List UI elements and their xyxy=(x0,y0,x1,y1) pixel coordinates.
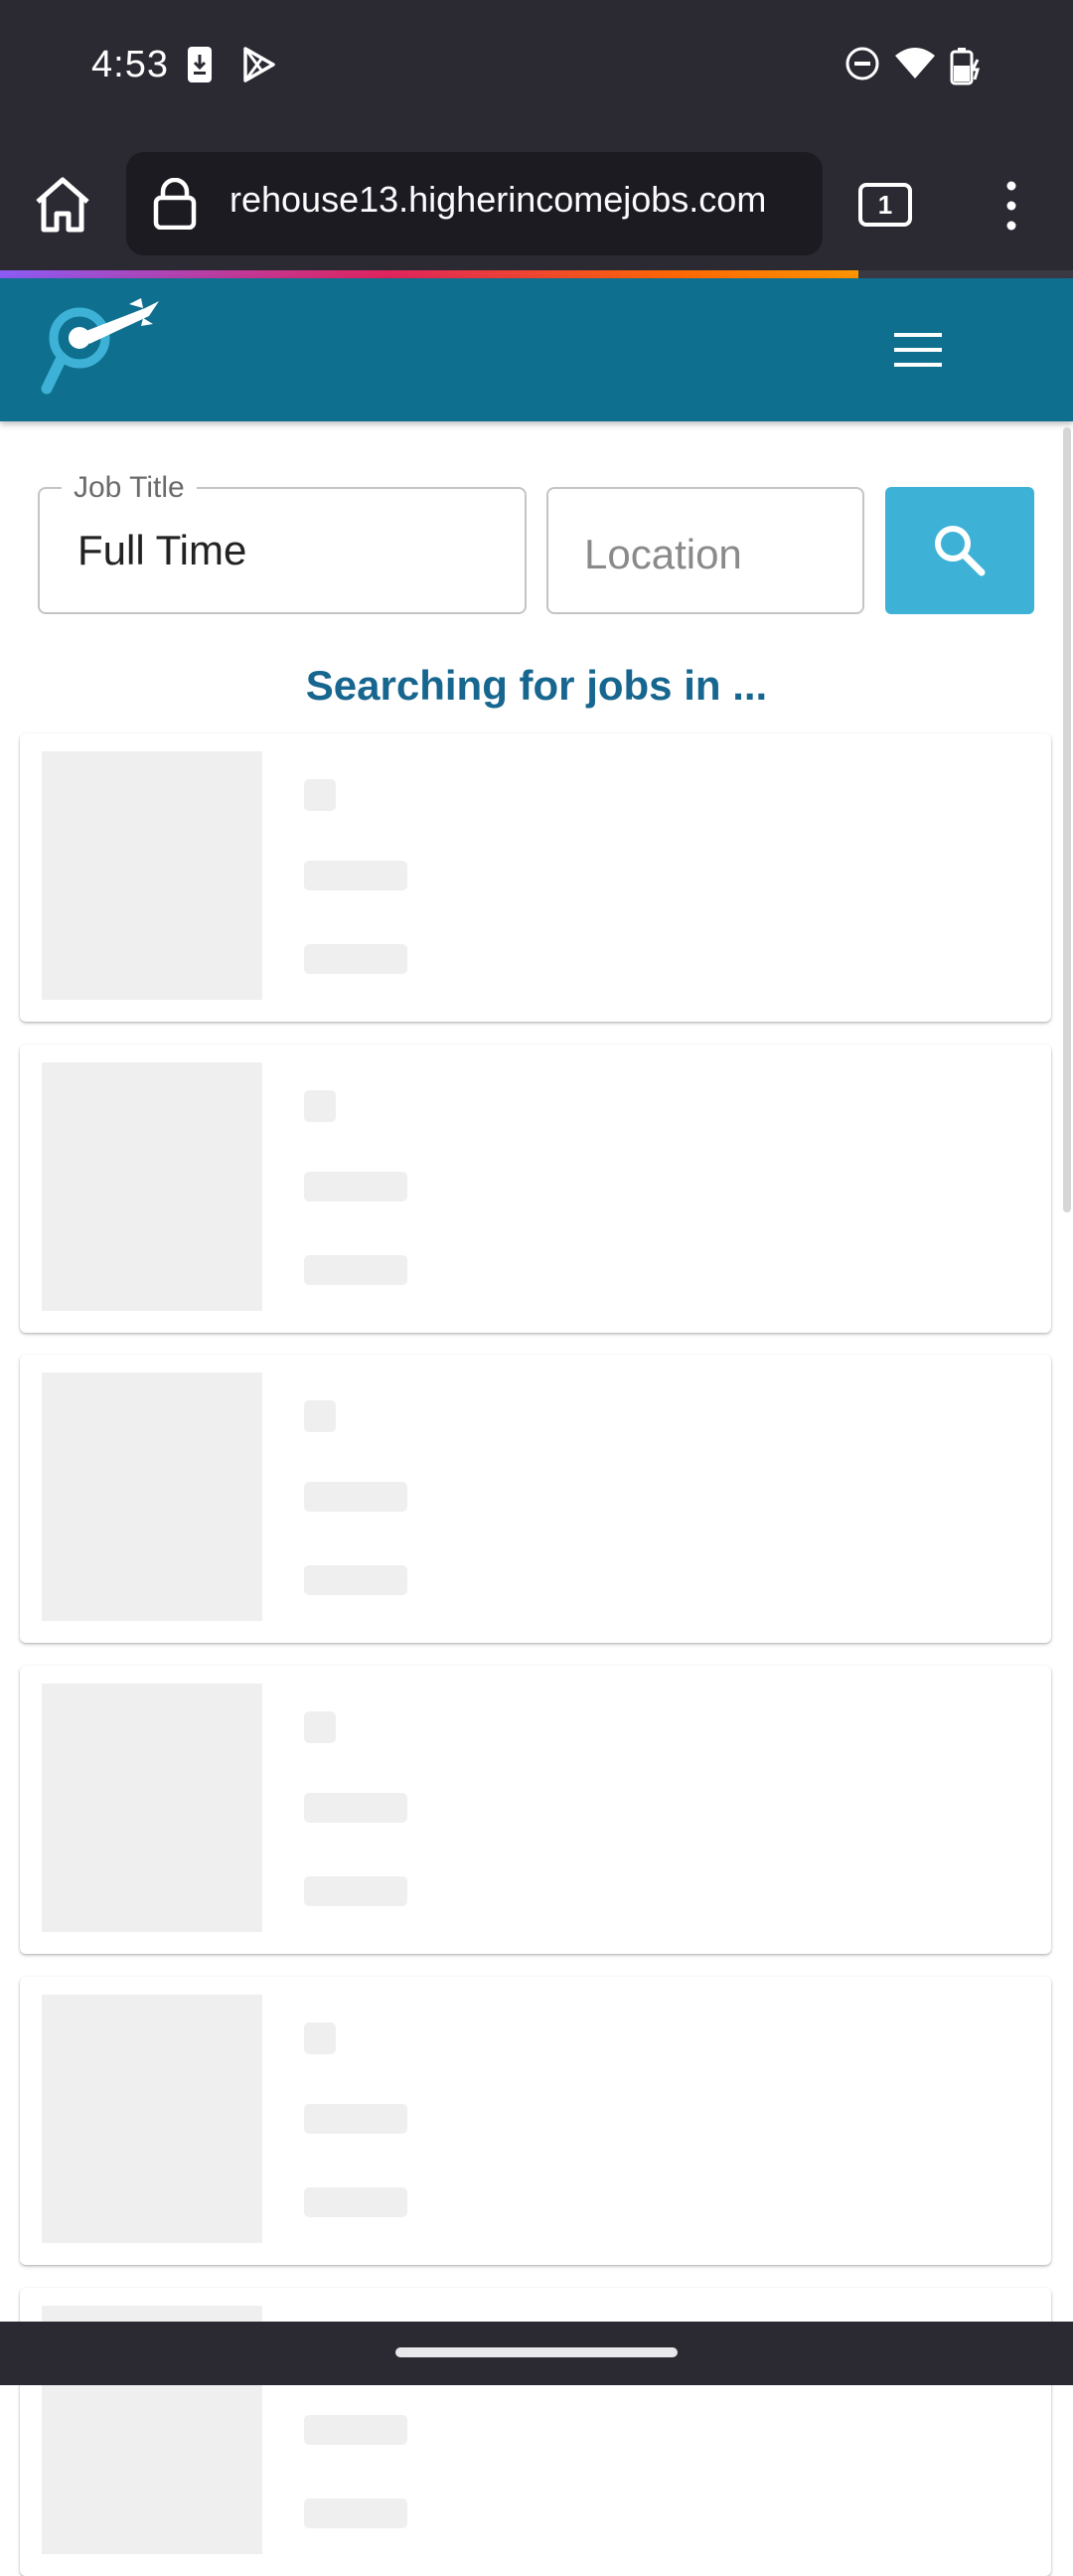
site-logo[interactable] xyxy=(38,296,167,402)
skeleton-line xyxy=(304,1565,407,1595)
skeleton-image xyxy=(42,751,262,1000)
hamburger-menu-icon xyxy=(894,333,942,367)
job-title-field[interactable]: Job Title Full Time xyxy=(38,471,527,614)
skeleton-dot xyxy=(304,1090,336,1122)
skeleton-line xyxy=(304,2415,407,2445)
skeleton-line xyxy=(304,1482,407,1512)
skeleton-dot xyxy=(304,1711,336,1743)
tab-count: 1 xyxy=(877,190,893,220)
skeleton-image xyxy=(42,1062,262,1311)
page-load-progress xyxy=(0,270,1073,278)
search-icon xyxy=(935,526,986,576)
skeleton-line xyxy=(304,861,407,890)
search-button[interactable] xyxy=(885,487,1034,614)
skeleton-image xyxy=(42,1684,262,1932)
skeleton-line xyxy=(304,2498,407,2528)
download-icon xyxy=(187,46,213,88)
status-bar: 4:53 xyxy=(0,0,1073,136)
skeleton-dot xyxy=(304,1400,336,1432)
site-header xyxy=(0,278,1073,421)
page-scrollbar[interactable] xyxy=(1063,427,1071,1212)
skeleton-line xyxy=(304,944,407,974)
skeleton-job-card xyxy=(20,1666,1051,1954)
wifi-icon xyxy=(894,46,936,86)
home-icon xyxy=(36,177,89,233)
skeleton-dot xyxy=(304,779,336,811)
overflow-menu-button[interactable] xyxy=(994,178,1029,234)
skeleton-job-card xyxy=(20,1355,1051,1643)
overflow-menu-icon xyxy=(1006,181,1016,231)
home-button[interactable] xyxy=(30,172,95,238)
location-field[interactable] xyxy=(546,487,864,614)
hamburger-menu-button[interactable] xyxy=(892,330,944,370)
battery-charging-icon xyxy=(950,46,986,90)
skeleton-dot xyxy=(304,2022,336,2054)
lock-icon[interactable] xyxy=(152,177,198,235)
do-not-disturb-icon xyxy=(844,46,880,86)
skeleton-image xyxy=(42,1995,262,2243)
url-text[interactable]: rehouse13.higherincomejobs.com xyxy=(230,179,816,221)
skeleton-job-card xyxy=(20,1045,1051,1333)
skeleton-line xyxy=(304,2104,407,2134)
system-nav-bar xyxy=(0,2322,1073,2385)
skeleton-line xyxy=(304,1255,407,1285)
skeleton-line xyxy=(304,1793,407,1823)
skeleton-image xyxy=(42,1372,262,1621)
search-rocket-logo xyxy=(41,298,159,395)
skeleton-job-card xyxy=(20,1977,1051,2265)
skeleton-line xyxy=(304,2187,407,2217)
searching-heading: Searching for jobs in ... xyxy=(305,662,768,709)
skeleton-line xyxy=(304,1172,407,1202)
skeleton-line xyxy=(304,1876,407,1906)
status-time: 4:53 xyxy=(91,44,169,85)
location-input[interactable] xyxy=(548,489,862,612)
tabs-button[interactable]: 1 xyxy=(858,183,912,227)
play-store-icon xyxy=(240,46,278,88)
browser-toolbar: rehouse13.higherincomejobs.com 1 xyxy=(0,136,1073,270)
home-gesture-handle[interactable] xyxy=(395,2347,678,2357)
job-title-value[interactable]: Full Time xyxy=(77,527,246,574)
page-load-progress-fill xyxy=(0,270,858,278)
skeleton-job-card xyxy=(20,733,1051,1022)
job-title-label: Job Title xyxy=(62,471,197,505)
address-bar[interactable]: rehouse13.higherincomejobs.com xyxy=(126,152,823,255)
